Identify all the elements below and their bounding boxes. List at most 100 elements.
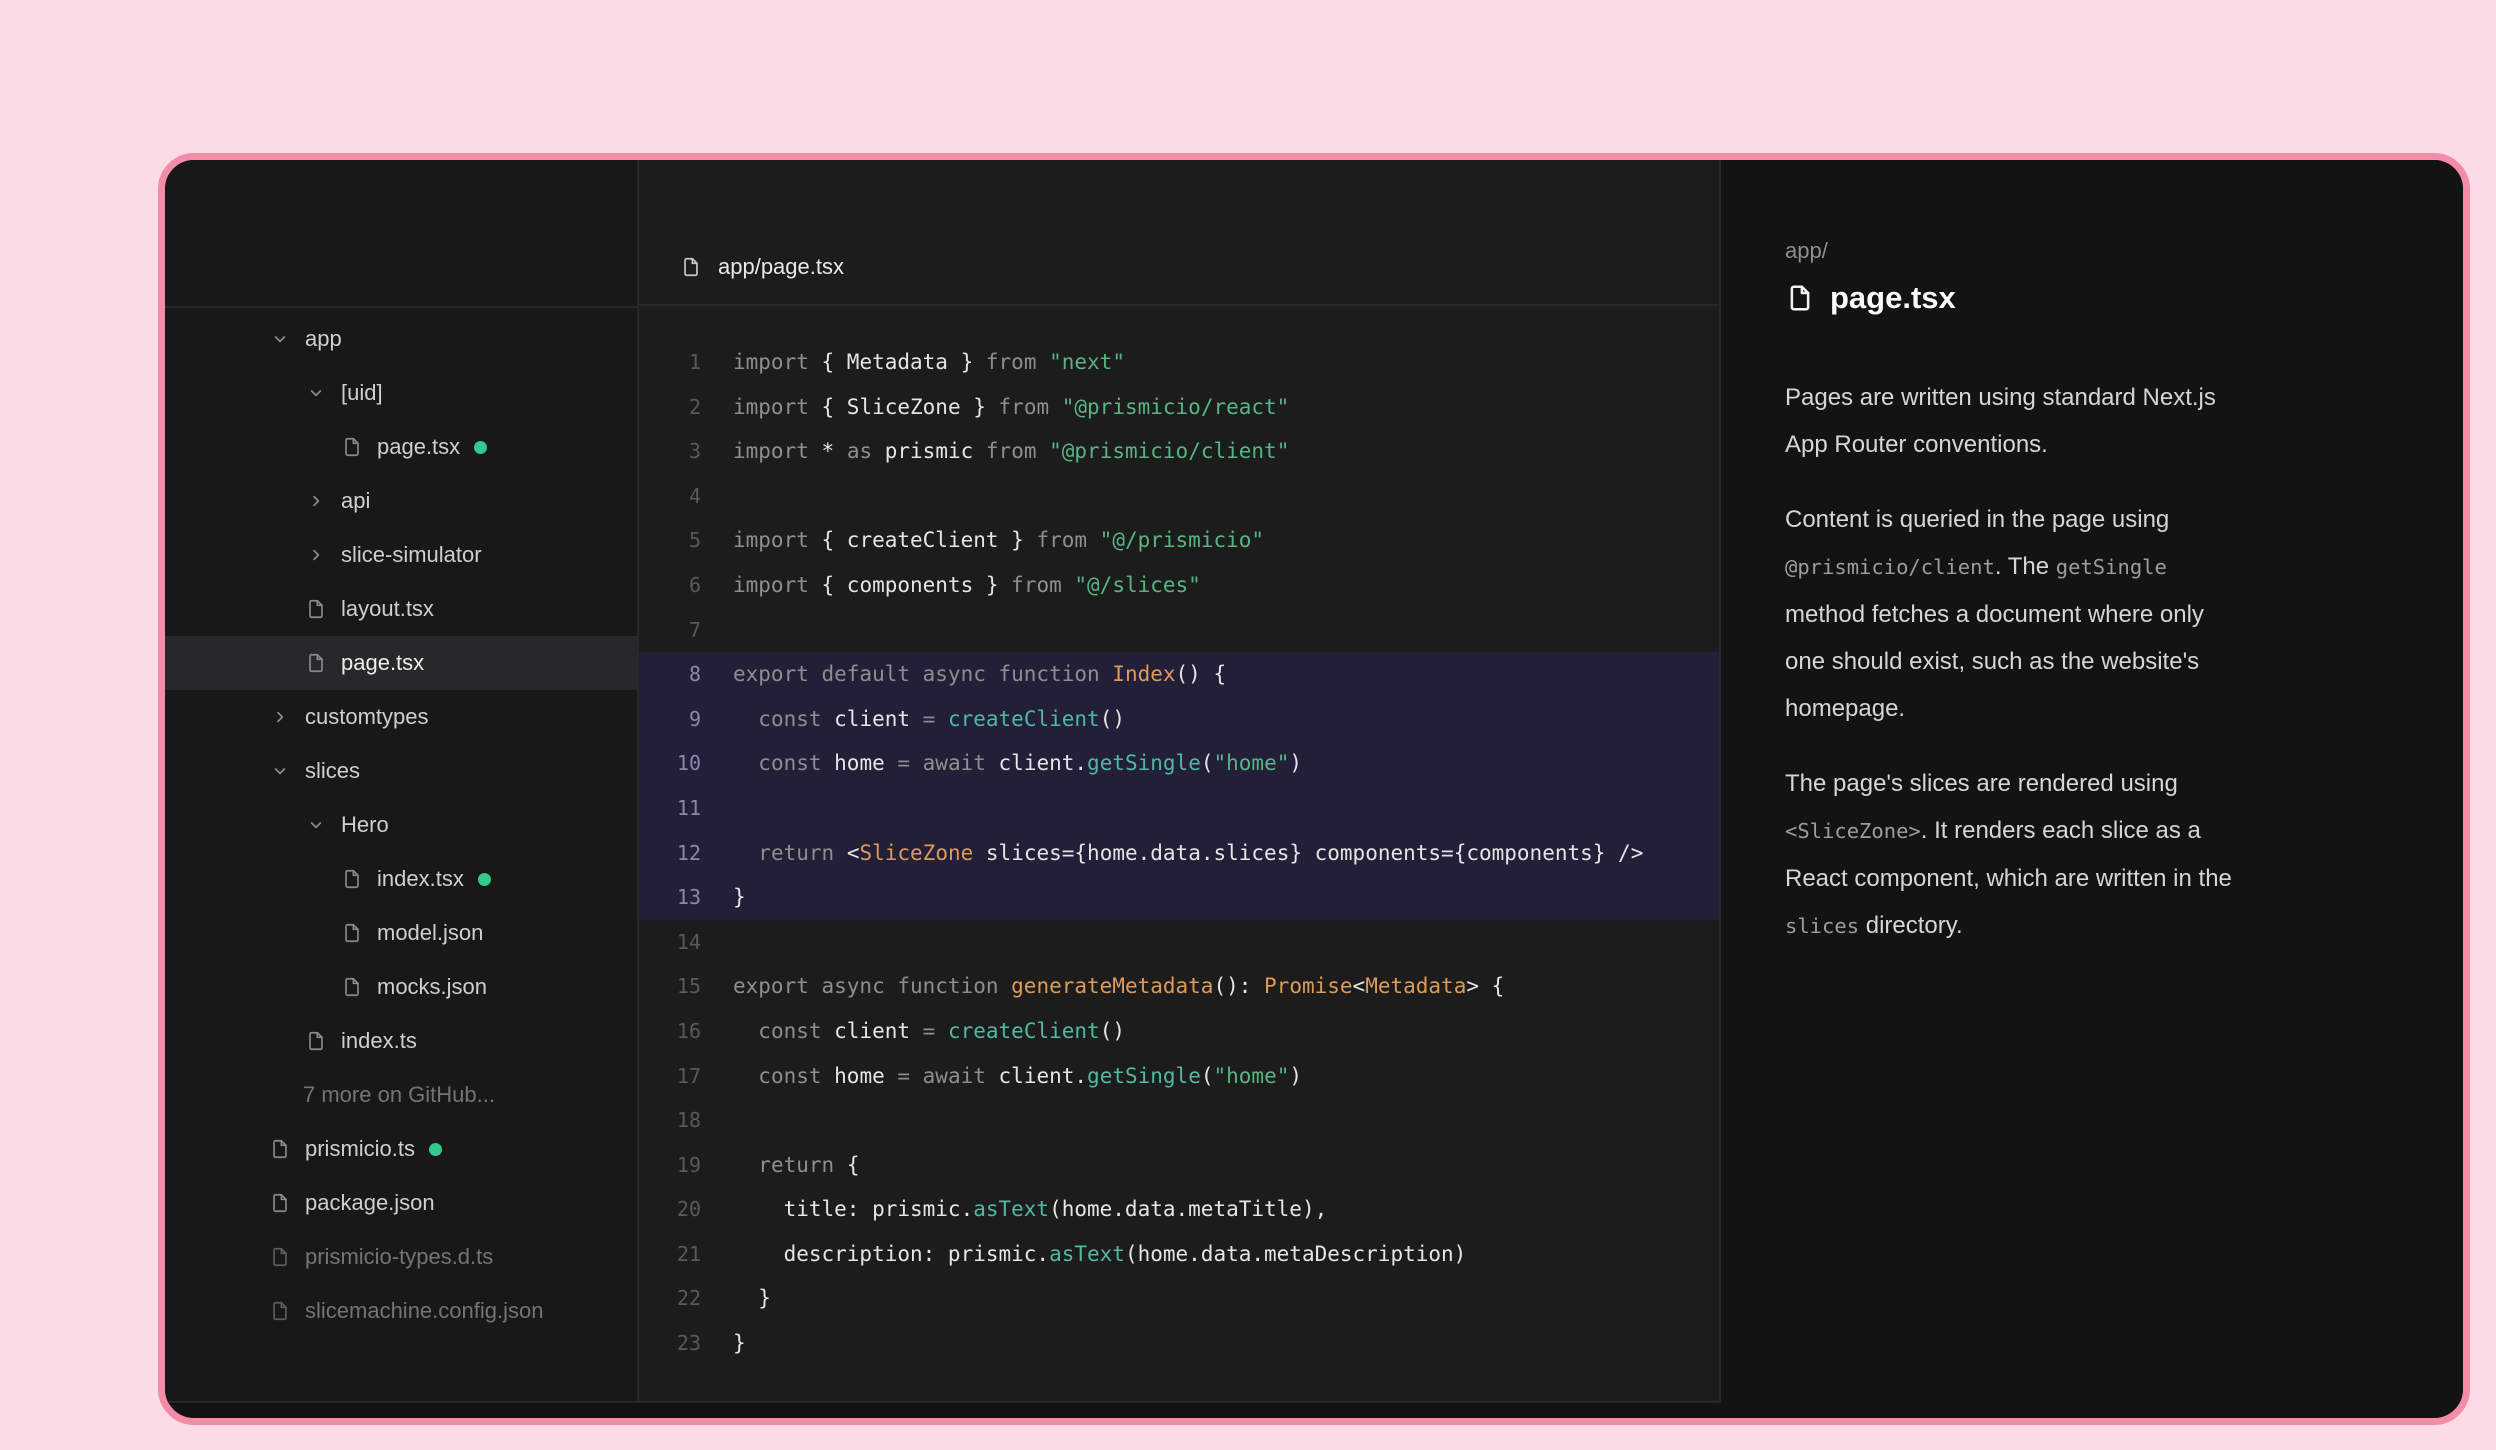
line-number: 5: [639, 518, 701, 563]
tree-item-[uid][interactable]: [uid]: [165, 366, 637, 420]
code-line: 15 export async function generateMetadata…: [639, 964, 1719, 1009]
page: { "colors": { "accent_pink": "#F28CA8", …: [0, 0, 2496, 1450]
panel-paragraph: Pages are written using standard Next.js…: [1785, 374, 2235, 468]
tree-item-package.json[interactable]: package.json: [165, 1176, 637, 1230]
line-number: 17: [639, 1054, 701, 1099]
code-line-text: export default async function Index() {: [733, 662, 1226, 686]
tree-item-slice-simulator[interactable]: slice-simulator: [165, 528, 637, 582]
tree-item-page.tsx[interactable]: page.tsx: [165, 420, 637, 474]
line-number: 8: [639, 652, 701, 697]
code-line: 16 const client = createClient(): [639, 1009, 1719, 1054]
code-line-text: }: [733, 885, 746, 909]
line-number: 18: [639, 1098, 701, 1143]
code-line-text: import { SliceZone } from "@prismicio/re…: [733, 395, 1289, 419]
status-dot: [478, 873, 491, 886]
tree-item-index.ts[interactable]: index.ts: [165, 1014, 637, 1068]
line-number: 13: [639, 875, 701, 920]
code-line: 3 import * as prismic from "@prismicio/cl…: [639, 429, 1719, 474]
tree-item-label: prismicio-types.d.ts: [305, 1244, 493, 1270]
code-line-text: import * as prismic from "@prismicio/cli…: [733, 439, 1289, 463]
code-line: 19 return {: [639, 1143, 1719, 1188]
tree-item-7-more-on-github...[interactable]: 7 more on GitHub...: [165, 1068, 637, 1122]
chevron-down-icon: [267, 326, 293, 352]
chevron-down-icon: [303, 380, 329, 406]
tree-item-app[interactable]: app: [165, 312, 637, 366]
tree-item-api[interactable]: api: [165, 474, 637, 528]
code-line: 6 import { components } from "@/slices": [639, 563, 1719, 608]
file-icon: [339, 434, 365, 460]
inline-code: <SliceZone>: [1785, 819, 1921, 843]
tree-item-prismicio.ts[interactable]: prismicio.ts: [165, 1122, 637, 1176]
tree-item-label: page.tsx: [341, 650, 424, 676]
app-window: app[uid]page.tsxapislice-simulatorlayout…: [158, 153, 2470, 1425]
tree-item-label: [uid]: [341, 380, 383, 406]
code-line: 14: [639, 920, 1719, 965]
tab-app-page-tsx[interactable]: app/page.tsx: [679, 254, 844, 280]
code-line-text: export async function generateMetadata()…: [733, 974, 1504, 998]
panel-copy: Pages are written using standard Next.js…: [1785, 374, 2235, 950]
paragraph-text: . The: [1995, 553, 2056, 580]
file-icon: [303, 596, 329, 622]
line-number: 14: [639, 920, 701, 965]
line-number: 6: [639, 563, 701, 608]
code-line: 1 import { Metadata } from "next": [639, 340, 1719, 385]
line-number: 15: [639, 964, 701, 1009]
tree-item-label: Hero: [341, 812, 389, 838]
chevron-right-icon: [303, 488, 329, 514]
code-line-text: import { Metadata } from "next": [733, 350, 1125, 374]
tree-item-hero[interactable]: Hero: [165, 798, 637, 852]
line-number: 9: [639, 697, 701, 742]
inline-code: getSingle: [2056, 555, 2167, 579]
code-line-text: const home = await client.getSingle("hom…: [733, 751, 1302, 775]
inline-code: @prismicio/client: [1785, 555, 1995, 579]
code-line: 2 import { SliceZone } from "@prismicio/r…: [639, 385, 1719, 430]
inline-code: slices: [1785, 914, 1859, 938]
tab-bar: app/page.tsx: [639, 160, 1719, 306]
tree-item-model.json[interactable]: model.json: [165, 906, 637, 960]
line-number: 12: [639, 831, 701, 876]
code-line-text: return {: [733, 1153, 859, 1177]
code-line: 8 export default async function Index() {: [639, 652, 1719, 697]
tree-item-label: app: [305, 326, 342, 352]
code-line: 20 title: prismic.asText(home.data.metaT…: [639, 1187, 1719, 1232]
line-number: 3: [639, 429, 701, 474]
tree-item-label: layout.tsx: [341, 596, 434, 622]
code-line: 12 return <SliceZone slices={home.data.s…: [639, 831, 1719, 876]
tree-item-slices[interactable]: slices: [165, 744, 637, 798]
code-line-text: const home = await client.getSingle("hom…: [733, 1064, 1302, 1088]
line-number: 1: [639, 340, 701, 385]
tree-item-label: index.tsx: [377, 866, 464, 892]
tree-item-mocks.json[interactable]: mocks.json: [165, 960, 637, 1014]
tree-item-page.tsx[interactable]: page.tsx: [165, 636, 637, 690]
line-number: 2: [639, 385, 701, 430]
code-line-text: import { createClient } from "@/prismici…: [733, 528, 1264, 552]
code-line: 5 import { createClient } from "@/prismic…: [639, 518, 1719, 563]
tree-item-label: slices: [305, 758, 360, 784]
code-line-text: return <SliceZone slices={home.data.slic…: [733, 841, 1643, 865]
tree-item-index.tsx[interactable]: index.tsx: [165, 852, 637, 906]
code-line-text: const client = createClient(): [733, 1019, 1125, 1043]
code-line: 4: [639, 474, 1719, 519]
status-dot: [474, 441, 487, 454]
file-tree[interactable]: app[uid]page.tsxapislice-simulatorlayout…: [165, 308, 637, 1338]
chevron-down-icon: [267, 758, 293, 784]
tree-item-layout.tsx[interactable]: layout.tsx: [165, 582, 637, 636]
editor-pane: app/page.tsx 1 import { Metadata } from "…: [639, 160, 1721, 1403]
breadcrumb: app/: [1785, 238, 2423, 264]
tree-item-label: slice-simulator: [341, 542, 482, 568]
line-number: 7: [639, 608, 701, 653]
code-line: 22 }: [639, 1276, 1719, 1321]
paragraph-text: Content is queried in the page using: [1785, 506, 2169, 533]
paragraph-text: method fetches a document where only one…: [1785, 601, 2204, 722]
code-line: 18: [639, 1098, 1719, 1143]
line-number: 21: [639, 1232, 701, 1277]
tree-item-customtypes[interactable]: customtypes: [165, 690, 637, 744]
code-line-text: import { components } from "@/slices": [733, 573, 1201, 597]
chevron-down-icon: [303, 812, 329, 838]
tree-item-slicemachine.config.json[interactable]: slicemachine.config.json: [165, 1284, 637, 1338]
line-number: 20: [639, 1187, 701, 1232]
code-line: 23}: [639, 1321, 1719, 1366]
code-line-text: }: [733, 1331, 746, 1355]
code-editor[interactable]: 1 import { Metadata } from "next" 2 import …: [639, 306, 1719, 1401]
tree-item-prismicio-types.d.ts[interactable]: prismicio-types.d.ts: [165, 1230, 637, 1284]
